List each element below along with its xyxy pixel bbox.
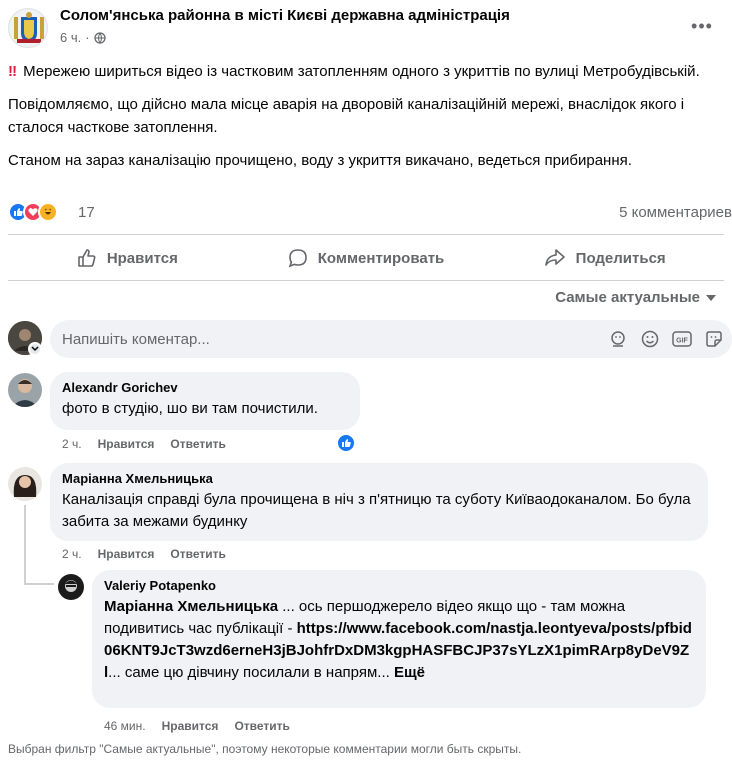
user-photo bbox=[8, 467, 42, 501]
comment-like-button[interactable]: Нравится bbox=[98, 547, 155, 561]
comment-label: Комментировать bbox=[317, 249, 445, 267]
commenter-avatar[interactable] bbox=[8, 467, 42, 501]
comment-author[interactable]: Alexandr Gorichev bbox=[62, 380, 348, 396]
profile-switch-badge[interactable] bbox=[28, 342, 42, 356]
comment-count[interactable]: 5 комментариев bbox=[619, 204, 732, 221]
divider bbox=[8, 234, 724, 235]
comment-time[interactable]: 2 ч. bbox=[62, 547, 82, 561]
post-paragraph-3: Станом на зараз каналізацію прочищено, в… bbox=[8, 152, 632, 169]
comment-icon bbox=[288, 249, 307, 268]
post-time[interactable]: 6 ч. bbox=[60, 30, 81, 45]
comment-bubble: Alexandr Gorichev фото в студію, шо ви т… bbox=[50, 372, 360, 430]
reply-text: Маріанна Хмельницька ... ось першоджерел… bbox=[104, 598, 692, 681]
comment-composer: GIF bbox=[50, 320, 732, 358]
like-icon bbox=[342, 439, 351, 447]
sticker-icon[interactable] bbox=[704, 329, 724, 349]
comment-reply-button[interactable]: Ответить bbox=[170, 547, 225, 561]
composer-icons: GIF bbox=[608, 329, 724, 349]
page-name[interactable]: Солом'янська районна в місті Києві держа… bbox=[60, 7, 510, 24]
user-photo bbox=[58, 574, 84, 600]
post-meta: 6 ч. · bbox=[60, 30, 106, 45]
reaction-icons[interactable] bbox=[8, 202, 58, 222]
avatar-sticker-icon[interactable] bbox=[608, 329, 628, 349]
ellipsis-icon: ••• bbox=[691, 15, 713, 36]
commenter-avatar[interactable] bbox=[8, 373, 42, 407]
caret-down-icon bbox=[706, 294, 716, 301]
globe-icon bbox=[93, 31, 106, 44]
reply-reply-button[interactable]: Ответить bbox=[234, 719, 289, 733]
reactions-summary: 17 5 комментариев bbox=[8, 200, 732, 226]
reply-author-avatar[interactable] bbox=[58, 574, 84, 600]
mention-link[interactable]: Маріанна Хмельницька bbox=[104, 598, 278, 615]
reply-bubble: Valeriy Potapenko Маріанна Хмельницька .… bbox=[92, 570, 706, 708]
svg-text:GIF: GIF bbox=[676, 338, 688, 345]
comment-time[interactable]: 2 ч. bbox=[62, 437, 82, 451]
haha-icon bbox=[38, 202, 58, 222]
reply-author[interactable]: Valeriy Potapenko bbox=[104, 578, 694, 594]
double-exclamation-icon: ‼ bbox=[8, 63, 18, 80]
comment-text: Каналізація справді була прочищена в ніч… bbox=[62, 491, 691, 530]
post-header: Солом'янська районна в місті Києві держа… bbox=[8, 6, 732, 52]
more-options-button[interactable]: ••• bbox=[686, 10, 718, 42]
sort-label: Самые актуальные bbox=[555, 289, 700, 306]
comment-sort-dropdown[interactable]: Самые актуальные bbox=[555, 289, 716, 306]
like-label: Нравится bbox=[106, 249, 178, 267]
comment-author[interactable]: Маріанна Хмельницька bbox=[62, 471, 696, 487]
comment-bubble: Маріанна Хмельницька Каналізація справді… bbox=[50, 463, 708, 541]
share-icon bbox=[544, 249, 565, 266]
reply-meta: 46 мин. Нравится Ответить bbox=[104, 719, 290, 733]
user-photo bbox=[8, 373, 42, 407]
see-more-button[interactable]: Ещё bbox=[394, 664, 425, 681]
thread-line bbox=[24, 505, 26, 585]
share-label: Поделиться bbox=[575, 249, 666, 267]
comment-meta: 2 ч. Нравится Ответить bbox=[62, 547, 226, 561]
comment-text: фото в студію, шо ви там почистили. bbox=[62, 400, 318, 417]
share-button[interactable]: Поделиться bbox=[485, 240, 724, 276]
thumbs-up-icon bbox=[78, 249, 96, 267]
chevron-down-icon bbox=[31, 346, 39, 352]
like-button[interactable]: Нравится bbox=[8, 240, 247, 276]
thread-line bbox=[24, 583, 54, 585]
emoji-icon[interactable] bbox=[640, 329, 660, 349]
post-paragraph-2: Повідомляємо, що дійсно мала місце аварі… bbox=[8, 96, 685, 136]
post-body: ‼ Мережею шириться відео із частковим зат… bbox=[8, 60, 720, 182]
comment-reaction-badge[interactable] bbox=[336, 433, 356, 453]
comment-button[interactable]: Комментировать bbox=[247, 240, 486, 276]
reply-like-button[interactable]: Нравится bbox=[162, 719, 219, 733]
post-paragraph-1: ‼ Мережею шириться відео із частковим зат… bbox=[8, 63, 700, 80]
coat-of-arms-icon bbox=[14, 12, 44, 43]
comment-meta: 2 ч. Нравится Ответить bbox=[62, 437, 226, 451]
reaction-count[interactable]: 17 bbox=[78, 204, 95, 221]
comment-input[interactable] bbox=[62, 320, 582, 358]
filter-notice: Выбран фильтр "Самые актуальные", поэтом… bbox=[8, 742, 522, 756]
gif-icon[interactable]: GIF bbox=[672, 329, 692, 349]
divider bbox=[8, 280, 724, 281]
comment-reply-button[interactable]: Ответить bbox=[170, 437, 225, 451]
post-actions: Нравится Комментировать Поделиться bbox=[8, 240, 724, 276]
page-avatar[interactable] bbox=[8, 8, 48, 48]
comment-like-button[interactable]: Нравится bbox=[98, 437, 155, 451]
reply-time[interactable]: 46 мин. bbox=[104, 719, 146, 733]
